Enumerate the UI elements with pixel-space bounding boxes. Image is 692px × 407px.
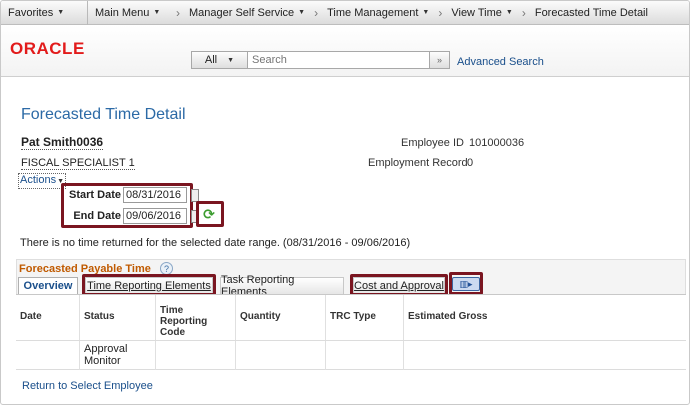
employment-record-value: 0 — [467, 157, 474, 169]
employee-id-label: Employee ID — [401, 137, 464, 149]
search-go-button[interactable]: » — [430, 51, 450, 69]
start-date-label: Start Date — [69, 189, 121, 201]
column-header-quantity: Quantity — [236, 295, 326, 341]
cell-time-reporting-code — [156, 341, 236, 370]
chevron-down-icon: ▼ — [298, 9, 306, 16]
breadcrumb-time-management[interactable]: Time Management ▼ — [320, 7, 436, 19]
column-header-date: Date — [16, 295, 80, 341]
column-header-status: Status — [80, 295, 156, 341]
cell-estimated-gross — [404, 341, 686, 370]
no-time-message: There is no time returned for the select… — [20, 237, 411, 249]
employee-job-title: FISCAL SPECIALIST 1 — [21, 157, 135, 170]
start-date-input[interactable] — [123, 187, 187, 203]
branding-header: ORACLE All ▼ » Advanced Search — [1, 25, 689, 77]
breadcrumb-separator-icon: › — [438, 5, 443, 20]
chevron-down-icon: ▼ — [422, 9, 430, 16]
chevron-down-icon: ▼ — [153, 9, 161, 16]
time-reporting-tab-highlight — [82, 274, 216, 296]
cost-approval-tab-highlight — [350, 274, 448, 296]
chevron-down-icon: ▼ — [57, 9, 65, 16]
cell-trc-type — [326, 341, 404, 370]
end-date-input[interactable] — [123, 208, 187, 224]
oracle-logo: ORACLE — [10, 39, 85, 58]
favorites-menu[interactable]: Favorites ▼ — [1, 7, 87, 19]
column-header-estimated-gross: Estimated Gross — [404, 295, 686, 341]
breadcrumb-separator-icon: › — [314, 5, 319, 20]
app-frame: Favorites ▼ Main Menu ▼ › Manager Self Ser… — [0, 0, 690, 405]
cell-quantity — [236, 341, 326, 370]
cell-date — [16, 341, 80, 370]
show-all-highlight — [449, 272, 483, 295]
breadcrumb-forecasted-time-detail[interactable]: Forecasted Time Detail — [528, 7, 655, 19]
return-to-select-employee-link[interactable]: Return to Select Employee — [22, 380, 153, 392]
column-header-trc-type: TRC Type — [326, 295, 404, 341]
employee-name: Pat Smith0036 — [21, 135, 104, 150]
employment-record-label: Employment Record — [368, 157, 468, 169]
refresh-icon: ⟳ — [203, 205, 215, 222]
cell-status: Approval Monitor — [80, 341, 156, 370]
main-menu[interactable]: Main Menu ▼ — [88, 7, 174, 19]
tab-overview[interactable]: Overview — [18, 277, 78, 294]
search-input[interactable] — [247, 51, 430, 69]
refresh-button[interactable]: ⟳ — [199, 204, 219, 224]
breadcrumb-separator-icon: › — [176, 5, 180, 20]
advanced-search-link[interactable]: Advanced Search — [457, 56, 544, 68]
global-search: All ▼ » — [191, 51, 450, 69]
breadcrumb-manager-self-service[interactable]: Manager Self Service ▼ — [182, 7, 312, 19]
double-chevron-right-icon: » — [436, 55, 442, 65]
breadcrumb-separator-icon: › — [521, 5, 526, 20]
top-nav-bar: Favorites ▼ Main Menu ▼ › Manager Self Ser… — [1, 1, 689, 25]
chevron-down-icon: ▼ — [227, 56, 235, 64]
page-title: Forecasted Time Detail — [21, 106, 186, 123]
end-date-label: End Date — [73, 210, 121, 222]
column-header-time-reporting-code: Time Reporting Code — [156, 295, 236, 341]
employee-id-value: 101000036 — [469, 137, 525, 149]
actions-menu[interactable]: Actions▼ — [18, 173, 67, 189]
breadcrumb-view-time[interactable]: View Time ▼ — [444, 7, 519, 19]
search-scope-select[interactable]: All ▼ — [191, 51, 247, 69]
tab-task-reporting-elements[interactable]: Task Reporting Elements — [220, 274, 344, 298]
chevron-down-icon: ▼ — [505, 9, 513, 16]
